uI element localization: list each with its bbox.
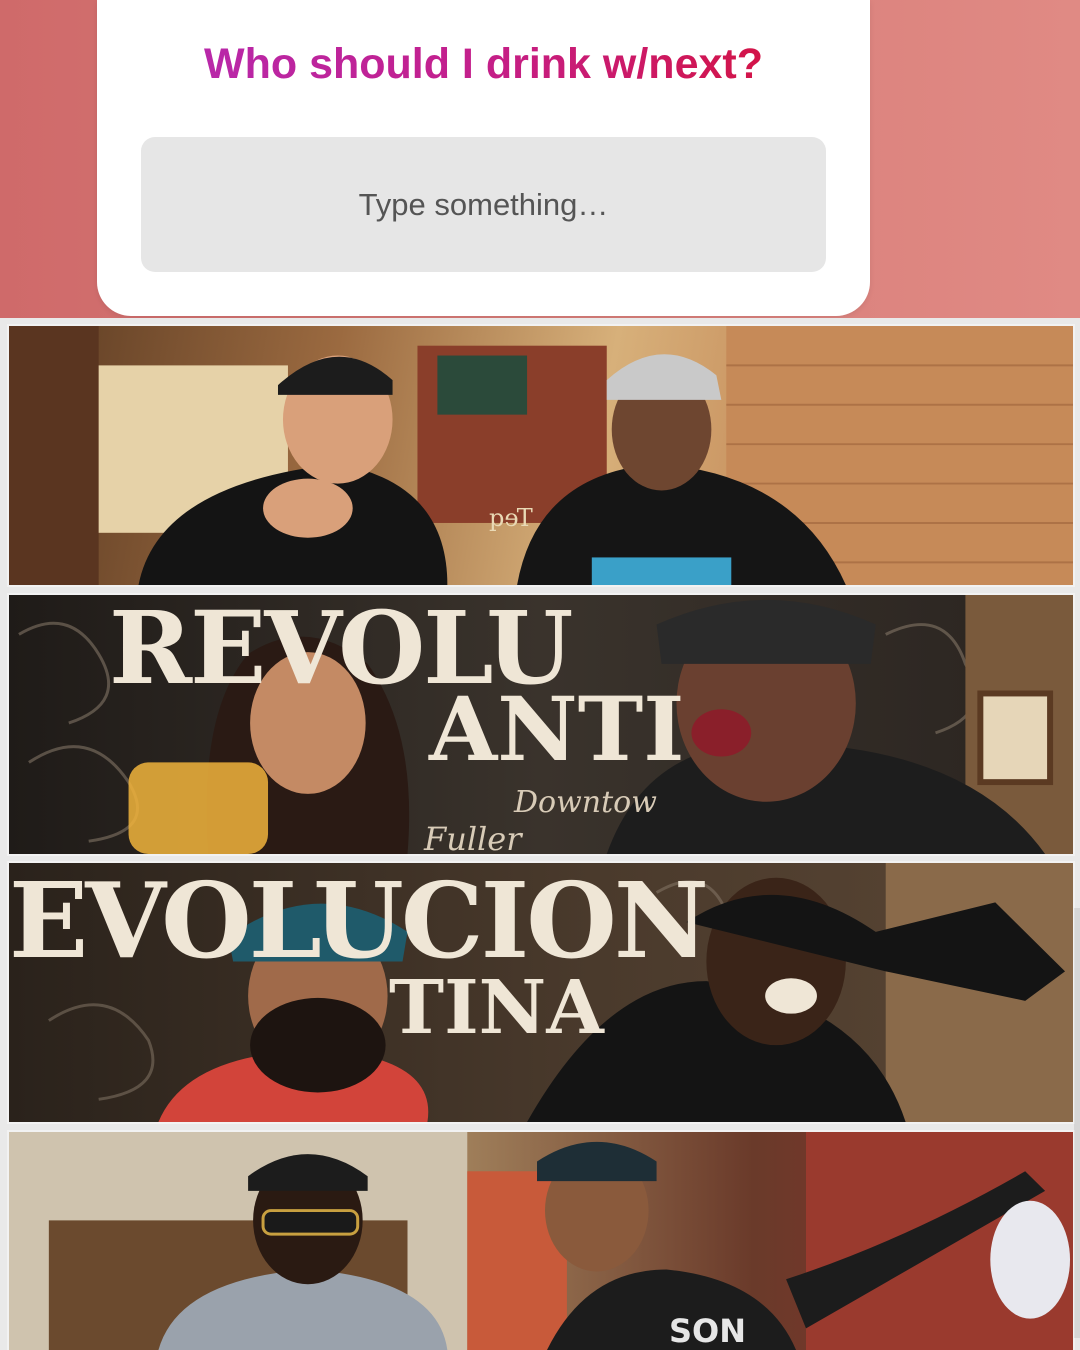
video-grid: Teq REVOLU ANTI Downtow Fuller EVOLUCION…	[0, 318, 1080, 1350]
question-title: Who should I drink w/next?	[97, 40, 870, 89]
video-tile-2[interactable]: REVOLU ANTI Downtow Fuller	[7, 593, 1075, 856]
scene-bar-celebrating	[9, 1132, 1073, 1350]
tile-2-sign-script-2: Fuller	[424, 820, 522, 856]
answer-placeholder: Type something…	[358, 186, 609, 222]
tile-3-sign-mid: TINA	[389, 965, 604, 1051]
scrollbar[interactable]	[1074, 908, 1080, 1338]
question-sticker: Who should I drink w/next? Type somethin…	[97, 0, 870, 316]
tile-2-sign-mid: ANTI	[429, 677, 685, 781]
tile-3-sign-top: EVOLUCION	[9, 861, 709, 982]
video-tile-3[interactable]: EVOLUCION TINA	[7, 861, 1075, 1124]
answer-input[interactable]: Type something…	[141, 137, 826, 272]
tile-4-hoodie-text: SON	[669, 1312, 747, 1350]
video-tile-4[interactable]: SON	[7, 1130, 1075, 1350]
scene-bar-brick-wall	[9, 326, 1073, 585]
video-tile-1[interactable]: Teq	[7, 324, 1075, 587]
tile-2-sign-script: Downtow	[514, 785, 657, 820]
tile-1-sign: Teq	[489, 504, 533, 532]
